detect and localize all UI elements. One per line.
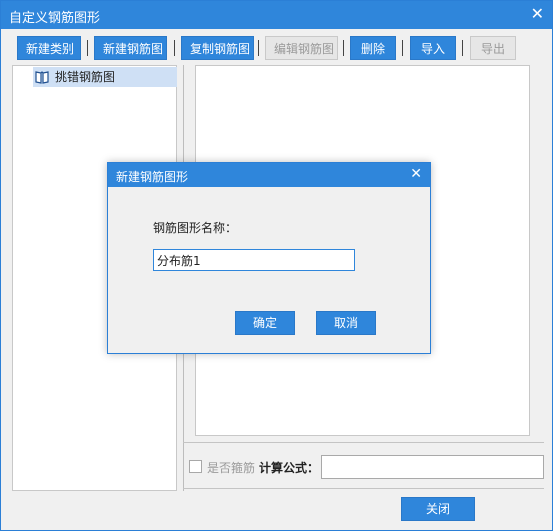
dialog-close-icon[interactable]: ✕ (410, 166, 422, 182)
options-row: 是否箍筋 计算公式： (183, 454, 544, 480)
tree-item-selected[interactable]: 挑错钢筋图 (33, 67, 177, 87)
close-button[interactable]: 关闭 (401, 497, 475, 521)
figure-name-label: 钢筋图形名称： (153, 221, 238, 235)
delete-button[interactable]: 删除 (350, 36, 396, 60)
dialog-titlebar[interactable]: 新建钢筋图形 ✕ (108, 163, 430, 187)
book-icon (35, 70, 49, 84)
ok-button[interactable]: 确定 (235, 311, 295, 335)
toolbar-separator (343, 40, 344, 56)
divider (183, 488, 544, 489)
is-stirrup-label: 是否箍筋 (207, 461, 256, 475)
toolbar-separator (462, 40, 463, 56)
new-category-button[interactable]: 新建类别 (17, 36, 81, 60)
dialog-title: 新建钢筋图形 (116, 170, 189, 184)
formula-label: 计算公式： (259, 461, 320, 475)
formula-input[interactable] (321, 455, 544, 479)
toolbar: 新建类别 新建钢筋图 复制钢筋图 编辑钢筋图 删除 导入 导出 (1, 35, 552, 61)
export-button[interactable]: 导出 (470, 36, 516, 60)
tree-item-label: 挑错钢筋图 (55, 70, 116, 84)
window-close-icon[interactable]: ✕ (531, 4, 544, 23)
new-rebar-figure-button[interactable]: 新建钢筋图 (94, 36, 167, 60)
toolbar-separator (258, 40, 259, 56)
cancel-button[interactable]: 取消 (316, 311, 376, 335)
divider (183, 442, 544, 443)
toolbar-separator (87, 40, 88, 56)
toolbar-separator (174, 40, 175, 56)
toolbar-separator (402, 40, 403, 56)
window-titlebar[interactable]: 自定义钢筋图形 ✕ (1, 1, 552, 29)
window-title: 自定义钢筋图形 (9, 11, 101, 26)
edit-rebar-figure-button[interactable]: 编辑钢筋图 (265, 36, 338, 60)
new-rebar-figure-dialog: 新建钢筋图形 ✕ 钢筋图形名称： 确定 取消 (107, 162, 431, 354)
copy-rebar-figure-button[interactable]: 复制钢筋图 (181, 36, 254, 60)
import-button[interactable]: 导入 (410, 36, 456, 60)
figure-name-input[interactable] (153, 249, 355, 271)
is-stirrup-checkbox[interactable] (189, 460, 202, 473)
